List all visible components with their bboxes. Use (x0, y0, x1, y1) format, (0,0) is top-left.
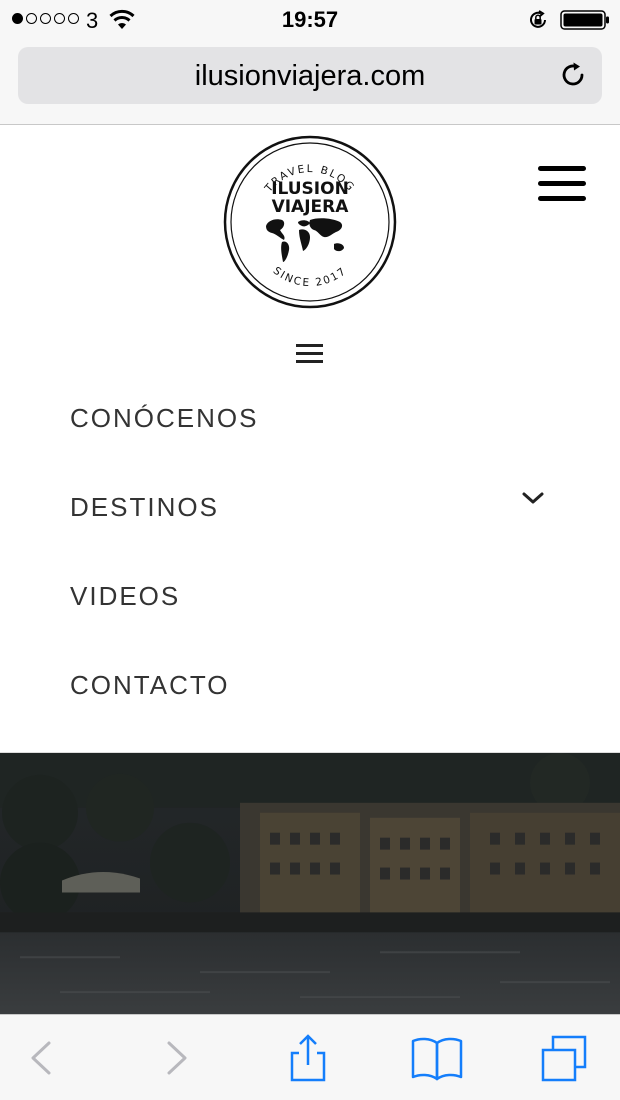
url-text[interactable]: ilusionviajera.com (18, 60, 602, 93)
hamburger-menu-icon[interactable] (538, 166, 588, 206)
bookmarks-icon[interactable] (410, 1033, 464, 1083)
address-bar[interactable]: ilusionviajera.com (18, 47, 602, 104)
menu-item-contacto[interactable]: CONTACTO (0, 643, 620, 732)
small-hamburger-icon[interactable] (296, 344, 324, 366)
back-icon[interactable] (18, 1033, 66, 1083)
logo-name-line2: VIAJERA (272, 197, 350, 217)
menu-item-label[interactable]: VIDEOS (70, 581, 180, 612)
menu-item-label[interactable]: DESTINOS (70, 492, 219, 523)
menu-item-conocenos[interactable]: CONÓCENOS (0, 376, 620, 465)
menu-item-destinos[interactable]: DESTINOS (0, 465, 620, 554)
menu-item-label[interactable]: CONÓCENOS (70, 403, 258, 434)
rotation-lock-icon (530, 10, 546, 28)
menu-item-label[interactable]: CONTACTO (70, 670, 229, 701)
site-logo[interactable]: TRAVEL BLOG SINCE 2017 ILUSION VIAJERA (222, 134, 398, 310)
menu-item-videos[interactable]: VIDEOS (0, 554, 620, 643)
logo-name-line1: ILUSION (271, 179, 349, 199)
reload-icon[interactable] (558, 60, 588, 90)
browser-toolbar (0, 1014, 620, 1100)
chevron-down-icon[interactable] (521, 488, 545, 508)
battery-icon (560, 10, 609, 30)
browser-address-area: ilusionviajera.com (0, 40, 620, 125)
status-bar: 3 19:57 (0, 0, 620, 40)
hero-photo (0, 752, 620, 1014)
forward-icon[interactable] (152, 1033, 200, 1083)
share-icon[interactable] (284, 1033, 332, 1083)
tabs-icon[interactable] (540, 1033, 588, 1083)
